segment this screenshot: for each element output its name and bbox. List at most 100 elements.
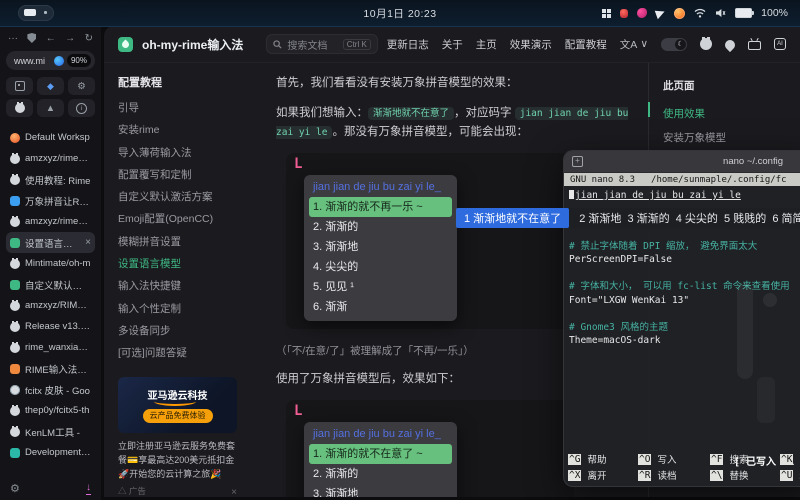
tab-rime-wanxiang-3[interactable]: rime_wanxiang/ bbox=[6, 337, 95, 358]
sidebar-bottom-bar: ⚙ ↓ bbox=[10, 482, 91, 495]
more-icon[interactable]: ··· bbox=[8, 33, 18, 44]
essential-plugin-button[interactable] bbox=[6, 77, 33, 95]
shield-icon[interactable] bbox=[27, 33, 36, 43]
pink-app-icon[interactable] bbox=[637, 8, 647, 18]
site-title[interactable]: oh-my-rime输入法 bbox=[142, 36, 243, 53]
wifi-icon[interactable] bbox=[694, 8, 706, 18]
settings-gear-icon[interactable]: ⚙ bbox=[10, 482, 20, 495]
nano-shortcuts: ^G帮助 ^O写入 ^F搜索 ^K剪切 ^X离开 ^R读档 ^\替换 ^U粘贴 bbox=[568, 452, 800, 482]
search-box[interactable]: 搜索文档 Ctrl K bbox=[266, 34, 377, 54]
nano-version: GNU nano 8.3 bbox=[570, 175, 635, 185]
forward-icon[interactable]: → bbox=[65, 33, 75, 44]
terminal-window[interactable]: + nano ~/.config GNU nano 8.3 /home/sunm… bbox=[563, 150, 800, 487]
fcitx-candidate-highlighted[interactable]: 1 渐渐地就不在意了 bbox=[456, 208, 569, 228]
terminal-titlebar[interactable]: + nano ~/.config bbox=[564, 151, 800, 173]
workspace-header[interactable]: Default Worksp bbox=[6, 127, 95, 148]
sidebar-item-sync[interactable]: 多设备同步 bbox=[118, 320, 242, 342]
back-icon[interactable]: ← bbox=[46, 33, 56, 44]
sidebar-item-hotkeys[interactable]: 输入法快捷键 bbox=[118, 275, 242, 297]
tab-wanxiang-video[interactable]: 万象拼音让RIME bbox=[6, 190, 95, 211]
shortcut-paste[interactable]: ^U粘贴 bbox=[780, 468, 800, 482]
nav-changelog[interactable]: 更新日志 bbox=[387, 37, 429, 52]
close-tab-icon[interactable]: × bbox=[85, 237, 91, 248]
tab-rime-scheme[interactable]: RIME输入法方案 bbox=[6, 358, 95, 379]
github-favicon bbox=[10, 322, 20, 332]
shortcut-exit[interactable]: ^X离开 bbox=[568, 468, 638, 482]
nano-header: GNU nano 8.3 /home/sunmaple/.config/fc bbox=[564, 173, 800, 186]
outline-title: 此页面 bbox=[663, 78, 800, 93]
sidebar-item-guide[interactable]: 引导 bbox=[118, 97, 242, 119]
shortcut-replace[interactable]: ^\替换 bbox=[710, 468, 780, 482]
telegram-icon[interactable] bbox=[655, 7, 667, 19]
tab-development[interactable]: Development an bbox=[6, 442, 95, 463]
essential-gem-button[interactable]: ◆ bbox=[37, 77, 64, 95]
red-app-icon[interactable] bbox=[620, 9, 628, 18]
new-tab-icon[interactable]: + bbox=[572, 156, 583, 167]
tab-rime-wanxiang-2[interactable]: amzxyz/rime_wo bbox=[6, 211, 95, 232]
tab-list: Default Worksp amzxyz/rime_wo 使用教程: Rime… bbox=[6, 127, 95, 463]
site-logo-leaf-icon[interactable] bbox=[118, 37, 133, 52]
search-shortcut: Ctrl K bbox=[343, 39, 371, 50]
ai-link-icon[interactable]: AI bbox=[774, 38, 786, 50]
shortcut-search[interactable]: ^F搜索 bbox=[710, 452, 780, 466]
outline-item-install[interactable]: 安装万象模型 bbox=[663, 126, 800, 150]
tab-release[interactable]: Release v13.0.3 bbox=[6, 316, 95, 337]
tab-rime-wanxiang-1[interactable]: amzxyz/rime_wo bbox=[6, 148, 95, 169]
tab-default-scheme[interactable]: 自定义默认激活 bbox=[6, 274, 95, 295]
shortcut-readfile[interactable]: ^R读档 bbox=[638, 468, 710, 482]
outline-item-usage-active[interactable]: 使用效果 bbox=[663, 102, 800, 126]
ime-candidate: 3. 渐渐地 bbox=[309, 237, 452, 257]
volume-icon[interactable] bbox=[715, 8, 726, 18]
url-bar[interactable]: www.mi 90% bbox=[6, 51, 95, 70]
nav-config-tutorial[interactable]: 配置教程 bbox=[565, 37, 607, 52]
tab-rime-lm[interactable]: amzxyz/RIME-LM bbox=[6, 295, 95, 316]
nav-about[interactable]: 关于 bbox=[442, 37, 463, 52]
github-favicon bbox=[10, 343, 20, 353]
tab-kenlm[interactable]: KenLM工具 - bbox=[6, 421, 95, 442]
sidebar-item-default-scheme[interactable]: 自定义默认激活方案 bbox=[118, 186, 242, 208]
nav-demo[interactable]: 效果演示 bbox=[510, 37, 552, 52]
tab-language-model-active[interactable]: 设置语言模型× bbox=[6, 232, 95, 253]
ad-close-icon[interactable]: × bbox=[231, 487, 237, 497]
essential-settings-button[interactable]: ⚙ bbox=[68, 77, 95, 95]
ad-footer: △ 广告 bbox=[118, 485, 237, 497]
nav-home[interactable]: 主页 bbox=[476, 37, 497, 52]
sidebar-item-install-rime[interactable]: 安装rime bbox=[118, 119, 242, 141]
tab-usage-tutorial[interactable]: 使用教程: Rime bbox=[6, 169, 95, 190]
reload-icon[interactable]: ↻ bbox=[85, 33, 93, 44]
tab-fcitx-skin-search[interactable]: fcitx 皮肤 - Goo bbox=[6, 379, 95, 400]
theme-toggle[interactable]: ☾ bbox=[661, 38, 687, 51]
pin-link-icon[interactable] bbox=[723, 37, 737, 51]
tab-mintimate[interactable]: Mintimate/oh-m bbox=[6, 253, 95, 274]
bilibili-tv-icon[interactable] bbox=[748, 41, 761, 50]
eject-icon: ▲ bbox=[46, 103, 55, 114]
sidebar-item-fuzzy-pinyin[interactable]: 模糊拼音设置 bbox=[118, 231, 242, 253]
github-link-icon[interactable] bbox=[700, 38, 712, 50]
shortcut-help[interactable]: ^G帮助 bbox=[568, 452, 638, 466]
language-switcher[interactable]: 文A∨ bbox=[620, 37, 648, 52]
ad-headline: 亚马逊云科技 bbox=[148, 387, 208, 402]
sidebar-item-override[interactable]: 配置覆写和定制 bbox=[118, 164, 242, 186]
zoom-badge[interactable]: 90% bbox=[67, 54, 91, 67]
sidebar-item-personalize[interactable]: 输入个性定制 bbox=[118, 298, 242, 320]
sidebar-item-import-mint[interactable]: 导入薄荷输入法 bbox=[118, 142, 242, 164]
shortcut-writeout[interactable]: ^O写入 bbox=[638, 452, 710, 466]
keyboard-grid-icon[interactable] bbox=[602, 9, 611, 18]
sidebar-item-faq[interactable]: [可选]问题答疑 bbox=[118, 342, 242, 364]
sidebar-item-language-model-active[interactable]: 设置语言模型 bbox=[118, 253, 242, 275]
ad-card[interactable]: 亚马逊云科技 云产品免费体验 立即注册亚马逊云服务免费套餐💳享最高达200美元抵… bbox=[118, 377, 237, 497]
ime-candidate: 5. 见见 ¹ bbox=[309, 277, 452, 297]
sidebar-item-emoji[interactable]: Emoji配置(OpenCC) bbox=[118, 208, 242, 230]
tab-fcitx5-themes[interactable]: thep0y/fcitx5-th bbox=[6, 400, 95, 421]
orange-app-icon[interactable] bbox=[674, 8, 685, 19]
fcitx-candidates-rest[interactable]: 2 渐渐地 3 渐渐的 4 尖尖的 5 贱贱的 6 简简单 bbox=[569, 208, 800, 228]
search-placeholder: 搜索文档 bbox=[287, 37, 327, 52]
site-favicon bbox=[54, 56, 64, 66]
essential-eject-button[interactable]: ▲ bbox=[37, 99, 64, 117]
essential-info-button[interactable]: i bbox=[68, 99, 95, 117]
essential-github-button[interactable] bbox=[6, 99, 33, 117]
shortcut-cut[interactable]: ^K剪切 bbox=[780, 452, 800, 466]
download-icon[interactable]: ↓ bbox=[86, 483, 91, 495]
code-block-after-model: L jian jian de jiu bu zai yi le_ 1. 渐渐的就… bbox=[286, 400, 574, 497]
battery-icon[interactable] bbox=[735, 8, 752, 18]
